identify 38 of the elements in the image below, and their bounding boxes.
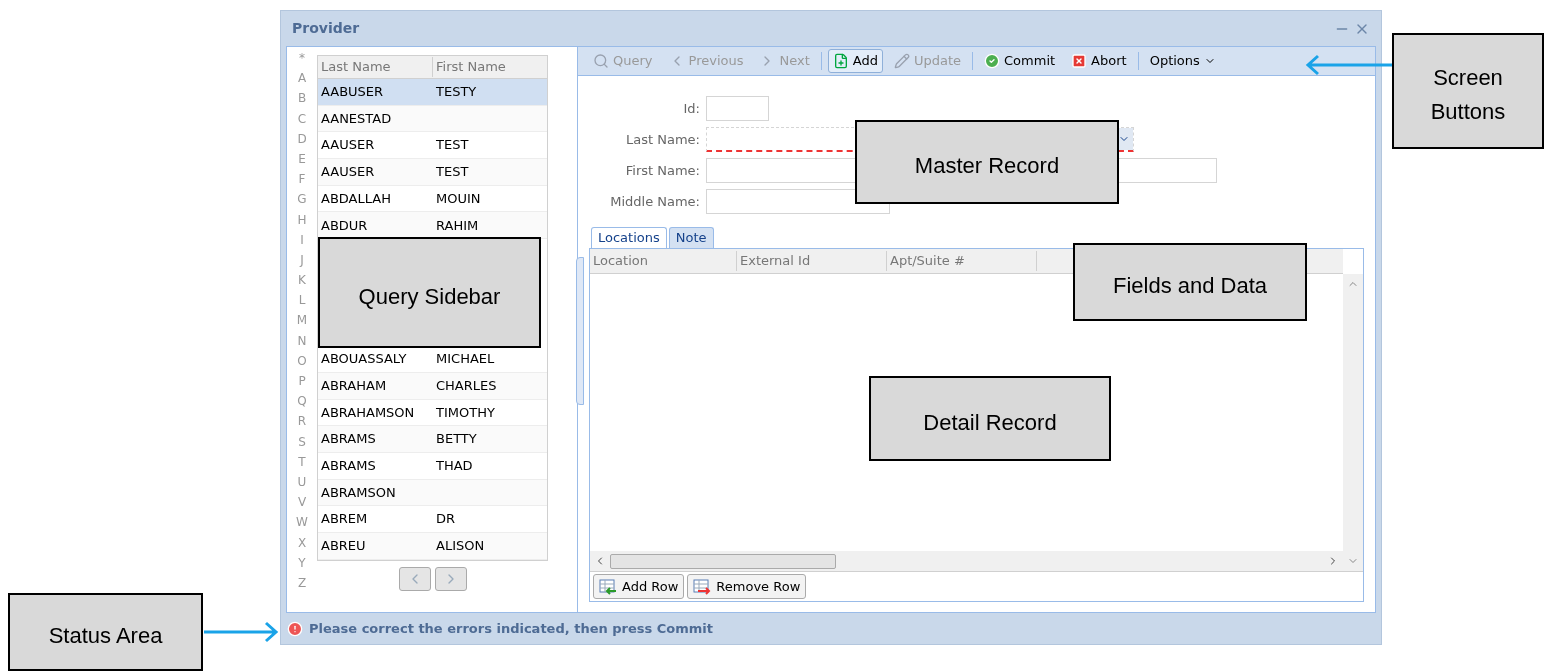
last-name-cell-text: ABDUR bbox=[320, 216, 369, 235]
field-label: First Name: bbox=[624, 161, 700, 180]
callout-tooltip: Query Sidebar bbox=[318, 237, 541, 348]
callout-tooltip: Status Area bbox=[8, 593, 203, 671]
first-name-cell-text: THAD bbox=[435, 456, 474, 475]
last-name-cell-text: ABRAMSON bbox=[320, 483, 397, 502]
last-name-cell-text: ABREU bbox=[320, 537, 367, 556]
window-title: Provider bbox=[292, 19, 360, 38]
last-name-cell-text: ABRAMS bbox=[320, 456, 377, 475]
last-name-cell-text: AABUSER bbox=[320, 83, 385, 102]
status-message: Please correct the errors indicated, then press Commit bbox=[309, 619, 714, 638]
first-name-cell-text: CHARLES bbox=[435, 376, 498, 395]
callout-tooltip: Master Record bbox=[855, 120, 1119, 204]
last-name-cell-text: ABDALLAH bbox=[320, 189, 392, 208]
last-name-cell-text: AANESTAD bbox=[320, 109, 393, 128]
first-name-cell-text: TEST bbox=[435, 163, 470, 182]
last-name-cell-text: ABRAMS bbox=[320, 430, 377, 449]
last-name-cell-text: AAUSER bbox=[320, 136, 376, 155]
first-name-cell-text: MICHAEL bbox=[435, 350, 496, 369]
callout-tooltip: Screen Buttons bbox=[1392, 33, 1544, 149]
last-name-cell-text: ABREM bbox=[320, 510, 369, 529]
last-name-cell-text: ABRAHAM bbox=[320, 376, 388, 395]
first-name-cell-text: DR bbox=[435, 510, 457, 529]
first-name-cell-text: MOUIN bbox=[435, 189, 482, 208]
last-name-cell-text: ABOUASSALY bbox=[320, 350, 408, 369]
field-label: Middle Name: bbox=[609, 192, 700, 211]
last-name-cell-text: AAUSER bbox=[320, 163, 376, 182]
first-name-cell-text: TESTY bbox=[435, 83, 478, 102]
first-name-cell-text: ALISON bbox=[435, 537, 486, 556]
callout-tooltip: Detail Record bbox=[869, 376, 1111, 461]
first-name-cell-text: TEST bbox=[435, 136, 470, 155]
last-name-cell-text: ABRAHAMSON bbox=[320, 403, 416, 422]
first-name-cell-text: BETTY bbox=[435, 430, 478, 449]
field-label: Id: bbox=[682, 99, 700, 118]
field-label: Last Name: bbox=[625, 130, 700, 149]
first-name-cell-text: RAHIM bbox=[435, 216, 480, 235]
first-name-cell-text: TIMOTHY bbox=[435, 403, 496, 422]
callout-tooltip: Fields and Data bbox=[1073, 243, 1307, 321]
